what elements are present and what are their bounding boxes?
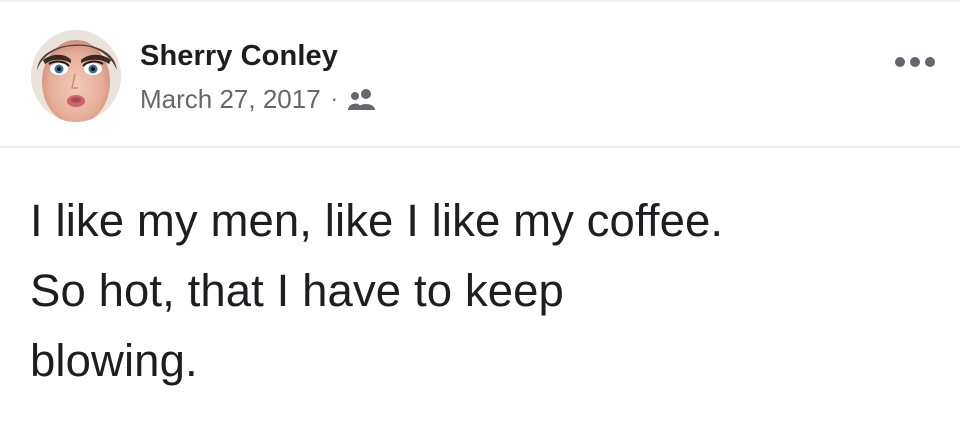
post-text: I like my men, like I like my coffee. So… [30, 195, 724, 386]
meta-separator: · [330, 86, 338, 111]
author-name[interactable]: Sherry Conley [140, 40, 338, 73]
avatar-photo [31, 30, 121, 122]
avatar[interactable] [31, 30, 121, 122]
more-options-button[interactable] [890, 52, 940, 72]
more-options-icon [895, 57, 935, 67]
post-header: Sherry Conley March 27, 2017 · [0, 2, 960, 146]
friends-icon[interactable] [347, 86, 377, 112]
header-divider [0, 146, 960, 148]
post-date[interactable]: March 27, 2017 [140, 84, 321, 115]
post-meta: March 27, 2017 · [140, 84, 377, 114]
